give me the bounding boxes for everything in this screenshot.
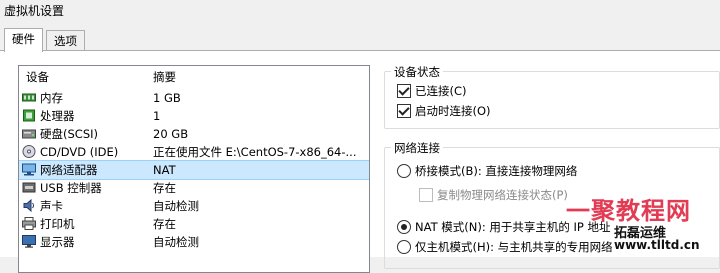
host-only-label[interactable]: 仅主机模式(H): 与主机共享的专用网络 <box>415 239 613 255</box>
memory-icon <box>22 93 36 102</box>
device-summary: NAT <box>153 163 176 177</box>
column-header-device[interactable]: 设备 <box>26 69 49 85</box>
device-name: 打印机 <box>40 217 75 231</box>
device-summary: 存在 <box>153 181 176 195</box>
watermark-url: www.tlltd.cn <box>614 238 700 252</box>
tab-strip: 硬件 选项 <box>0 26 720 52</box>
device-row-sound-card[interactable]: 声卡 自动检测 <box>19 197 369 215</box>
tab-options[interactable]: 选项 <box>46 30 85 51</box>
usb-icon <box>22 182 36 193</box>
device-row-hard-disk[interactable]: 硬盘(SCSI) 20 GB <box>19 125 369 143</box>
device-status-title: 设备状态 <box>391 64 443 80</box>
network-connection-title: 网络连接 <box>391 140 443 156</box>
device-name: 显示器 <box>40 235 75 249</box>
bridged-label[interactable]: 桥接模式(B): 直接连接物理网络 <box>415 163 577 179</box>
window-title: 虚拟机设置 <box>4 4 65 18</box>
replicate-state-checkbox[interactable] <box>419 188 433 202</box>
bridged-radio[interactable] <box>397 164 411 178</box>
device-name: 硬盘(SCSI) <box>40 127 98 141</box>
device-name: 网络适配器 <box>40 163 98 177</box>
hard-disk-icon <box>22 129 36 139</box>
device-summary: 20 GB <box>153 127 189 141</box>
watermark-brand: 一聚教程网 <box>566 196 691 225</box>
device-summary: 自动检测 <box>153 199 199 213</box>
device-row-cd-dvd[interactable]: CD/DVD (IDE) 正在使用文件 E:\CentOS-7-x86_64-.… <box>19 143 369 161</box>
host-only-radio[interactable] <box>397 240 411 254</box>
connected-label[interactable]: 已连接(C) <box>415 83 467 99</box>
device-row-printer[interactable]: 打印机 存在 <box>19 215 369 233</box>
device-row-usb-controller[interactable]: USB 控制器 存在 <box>19 179 369 197</box>
device-summary: 正在使用文件 E:\CentOS-7-x86_64-... <box>153 145 357 159</box>
device-name: 内存 <box>40 91 63 105</box>
connected-checkbox[interactable] <box>397 84 411 98</box>
device-name: CD/DVD (IDE) <box>40 145 119 159</box>
device-summary: 1 GB <box>153 91 181 105</box>
device-list-header: 设备 摘要 <box>19 66 369 86</box>
device-summary: 1 <box>153 109 161 123</box>
device-row-display[interactable]: 显示器 自动检测 <box>19 233 369 251</box>
printer-icon <box>22 217 36 230</box>
device-status-group: 设备状态 已连接(C) 启动时连接(O) <box>384 64 720 129</box>
device-list[interactable]: 设备 摘要 内存 1 GB 处理器 1 硬盘(SCSI) 20 GB CD/DV… <box>18 65 370 273</box>
connect-at-power-on-label[interactable]: 启动时连接(O) <box>415 103 491 119</box>
hardware-panel: 设备 摘要 内存 1 GB 处理器 1 硬盘(SCSI) 20 GB CD/DV… <box>0 51 720 273</box>
tab-hardware[interactable]: 硬件 <box>4 28 43 52</box>
device-row-network-adapter[interactable]: 网络适配器 NAT <box>19 160 369 180</box>
device-summary: 自动检测 <box>153 235 199 249</box>
processor-icon <box>23 109 35 122</box>
device-name: 处理器 <box>40 109 75 123</box>
network-adapter-icon <box>22 163 36 176</box>
display-icon <box>22 235 36 248</box>
device-row-memory[interactable]: 内存 1 GB <box>19 89 369 107</box>
column-header-summary[interactable]: 摘要 <box>153 69 176 85</box>
device-row-processor[interactable]: 处理器 1 <box>19 107 369 125</box>
device-name: 声卡 <box>40 199 63 213</box>
nat-radio[interactable] <box>397 220 411 234</box>
replicate-state-label[interactable]: 复制物理网络连接状态(P) <box>437 187 568 203</box>
cd-dvd-icon <box>22 145 36 158</box>
device-summary: 存在 <box>153 217 176 231</box>
sound-card-icon <box>23 199 34 212</box>
connect-at-power-on-checkbox[interactable] <box>397 104 411 118</box>
device-name: USB 控制器 <box>40 181 102 195</box>
